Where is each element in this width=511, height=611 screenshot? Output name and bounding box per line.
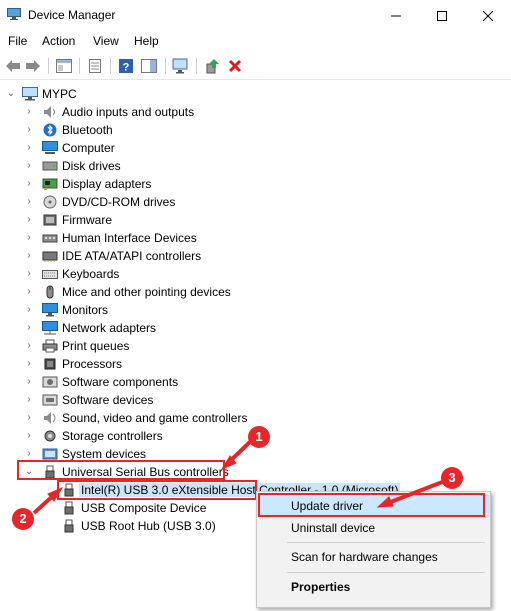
annotation-badge-2: 2	[12, 508, 34, 530]
annotation-badge-1: 1	[248, 426, 270, 448]
annotation-arrowhead-3	[376, 496, 394, 508]
annotation-arrows	[32, 439, 446, 515]
annotation-badge-3: 3	[441, 467, 463, 489]
annotation-arrow-3	[387, 479, 446, 505]
